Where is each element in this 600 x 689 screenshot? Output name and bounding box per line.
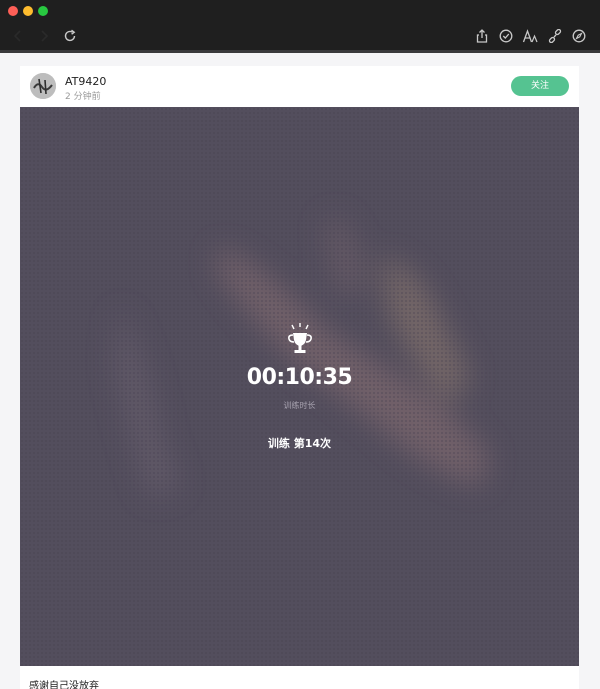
reload-icon[interactable] — [62, 28, 78, 44]
compass-icon[interactable] — [571, 28, 587, 44]
check-circle-icon[interactable] — [498, 28, 514, 44]
post-card: AT9420 2 分钟前 关注 00:10:35 训练时长 训练 第14次 感谢… — [20, 66, 579, 689]
training-session-count: 训练 第14次 — [267, 437, 332, 450]
username[interactable]: AT9420 — [65, 75, 106, 88]
avatar[interactable] — [30, 73, 56, 99]
post-header: AT9420 2 分钟前 关注 — [20, 66, 579, 107]
training-duration: 00:10:35 — [246, 365, 353, 390]
toolbar — [0, 22, 600, 53]
workout-image[interactable]: 00:10:35 训练时长 训练 第14次 — [20, 107, 579, 666]
share-icon[interactable] — [474, 28, 490, 44]
back-icon[interactable] — [10, 28, 26, 44]
zoom-window-button[interactable] — [38, 6, 48, 16]
app-window: AT9420 2 分钟前 关注 00:10:35 训练时长 训练 第14次 感谢… — [0, 0, 600, 689]
post-time: 2 分钟前 — [65, 92, 101, 102]
training-duration-label: 训练时长 — [283, 401, 316, 410]
font-icon[interactable] — [522, 28, 538, 44]
minimize-window-button[interactable] — [23, 6, 33, 16]
close-window-button[interactable] — [8, 6, 18, 16]
trophy-icon — [288, 323, 312, 353]
forward-icon[interactable] — [36, 28, 52, 44]
title-bar — [0, 0, 600, 22]
follow-button[interactable]: 关注 — [511, 76, 569, 96]
link-icon[interactable] — [547, 28, 563, 44]
post-caption: 感谢自己没放弃 — [29, 681, 99, 689]
